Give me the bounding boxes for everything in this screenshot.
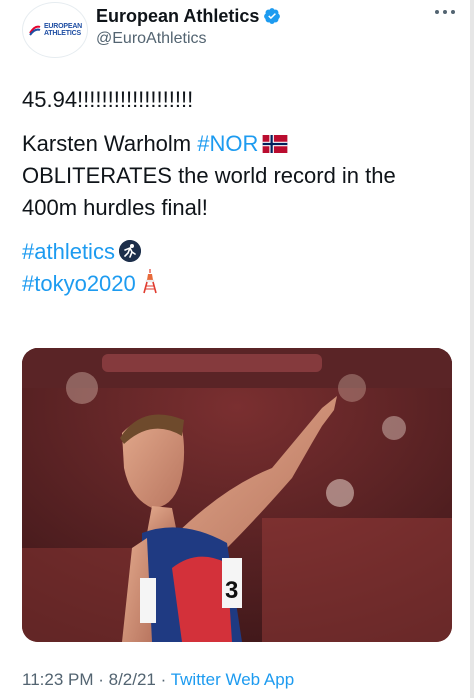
display-name[interactable]: European Athletics bbox=[96, 6, 259, 27]
tweet-line-hashtag-athletics: #athletics bbox=[22, 236, 462, 268]
tweet-line-time: 45.94!!!!!!!!!!!!!!!!!!! bbox=[22, 87, 194, 112]
tweet-photo[interactable]: 3 bbox=[22, 348, 452, 642]
european-athletics-logo-icon bbox=[29, 25, 41, 36]
tweet-header: EUROPEAN ATHLETICS European Athletics @E… bbox=[20, 0, 460, 60]
tweet-source-app[interactable]: Twitter Web App bbox=[171, 670, 294, 689]
hashtag-nor-link[interactable]: #NOR bbox=[197, 131, 258, 156]
hashtag-tokyo2020-link[interactable]: #tokyo2020 bbox=[22, 271, 136, 296]
tweet-line-athlete: Karsten Warholm #NOR bbox=[22, 128, 462, 160]
tweet-text: 45.94!!!!!!!!!!!!!!!!!!! Karsten Warholm… bbox=[22, 84, 462, 300]
account-avatar[interactable]: EUROPEAN ATHLETICS bbox=[22, 2, 88, 58]
more-options-icon[interactable] bbox=[434, 4, 456, 15]
norway-flag-icon bbox=[263, 135, 288, 153]
meta-separator: · bbox=[93, 670, 109, 689]
tweet-line-hashtag-tokyo: #tokyo2020 bbox=[22, 268, 462, 300]
athlete-name-text: Karsten Warholm bbox=[22, 131, 198, 156]
athletics-runner-icon bbox=[118, 240, 141, 262]
avatar-text-line2: ATHLETICS bbox=[43, 30, 81, 37]
tweet-metadata: 11:23 PM · 8/2/21 · Twitter Web App bbox=[22, 670, 294, 690]
avatar-text-line1: EUROPEAN bbox=[43, 23, 83, 30]
tweet-line-event: 400m hurdles final! bbox=[22, 195, 208, 220]
athlete-photo-image: 3 bbox=[22, 348, 452, 642]
hashtag-athletics-link[interactable]: #athletics bbox=[22, 239, 115, 264]
tweet-time[interactable]: 11:23 PM bbox=[22, 670, 94, 689]
bib-number: 3 bbox=[225, 577, 238, 604]
tokyo-tower-icon bbox=[142, 269, 157, 294]
tweet-date[interactable]: 8/2/21 bbox=[109, 670, 156, 689]
meta-separator: · bbox=[155, 670, 171, 689]
account-handle[interactable]: @EuroAthletics bbox=[96, 30, 281, 48]
tweet-line-record: OBLITERATES the world record in the bbox=[22, 163, 396, 188]
scrollbar-track bbox=[470, 0, 474, 698]
verified-badge-icon bbox=[264, 8, 281, 24]
